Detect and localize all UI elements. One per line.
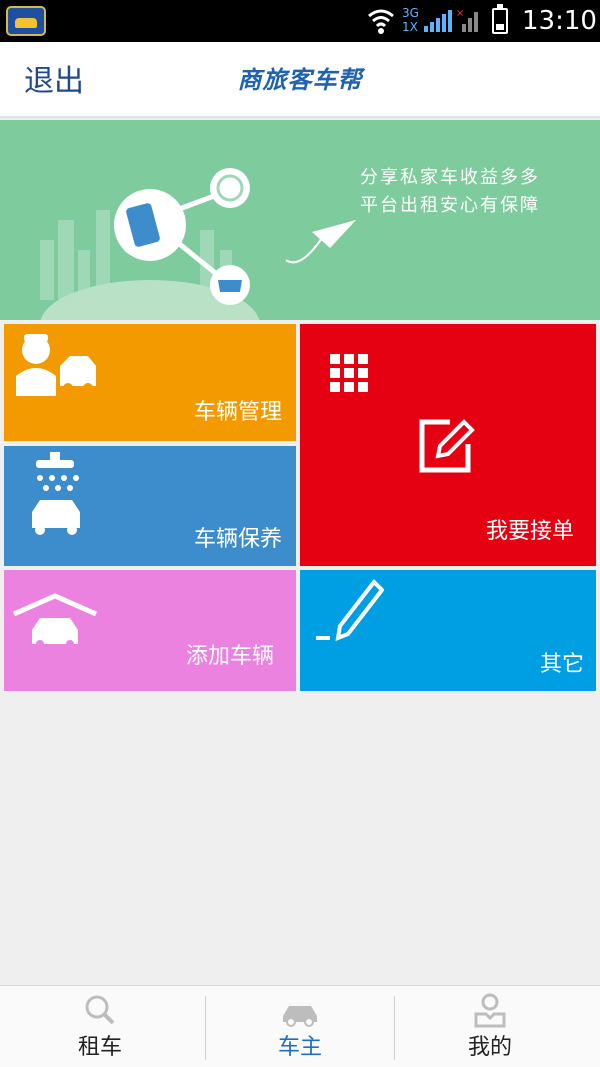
vehicle-manage-tile[interactable]: 车辆管理 — [4, 324, 296, 441]
status-time: 13:10 — [522, 6, 597, 36]
bottom-nav: 租车 车主 我的 — [0, 985, 600, 1067]
banner-line-2: 平台出租安心有保障 — [360, 195, 540, 216]
nav-item-car-owner[interactable]: 车主 — [200, 986, 400, 1067]
status-bar: 3G 1X × 13:10 — [0, 0, 600, 42]
other-label: 其它 — [539, 652, 584, 677]
mechanic-car-icon — [16, 334, 96, 396]
car-icon — [283, 1006, 317, 1027]
banner-line-1: 分享私家车收益多多 — [360, 167, 540, 188]
battery-icon — [492, 4, 508, 34]
page-title: 商旅客车帮 — [237, 66, 363, 94]
accept-order-tile[interactable]: 我要接单 — [300, 324, 596, 566]
grid-icon — [330, 354, 368, 392]
promo-banner[interactable]: 分享私家车收益多多 平台出租安心有保障 — [0, 120, 600, 320]
car-wash-icon — [32, 452, 80, 535]
network-1x-label: 1X — [402, 20, 418, 34]
app-header: 退出 商旅客车帮 — [0, 42, 600, 118]
other-tile[interactable]: 其它 — [300, 570, 596, 691]
signal-bars-secondary-icon: × — [456, 8, 478, 32]
svg-text:×: × — [456, 8, 464, 19]
vehicle-manage-label: 车辆管理 — [193, 400, 282, 425]
edit-note-icon — [419, 419, 475, 473]
network-type-label: 3G 1X — [402, 6, 419, 34]
magnifier-icon — [85, 995, 115, 1025]
vehicle-maintenance-tile[interactable]: 车辆保养 — [4, 446, 296, 566]
signal-bars-icon — [424, 10, 452, 32]
garage-car-icon — [12, 593, 98, 648]
nav-item-rent-car[interactable]: 租车 — [0, 986, 200, 1067]
nav-label-mine: 我的 — [467, 1035, 512, 1060]
wifi-icon — [368, 9, 394, 34]
nav-item-mine[interactable]: 我的 — [390, 986, 590, 1067]
nav-label-rent-car: 租车 — [77, 1035, 122, 1060]
app-notification-icon — [6, 6, 46, 36]
nav-label-car-owner: 车主 — [277, 1035, 322, 1060]
user-icon — [474, 993, 506, 1028]
banner-slogan: 分享私家车收益多多 平台出租安心有保障 — [360, 164, 540, 220]
add-vehicle-tile[interactable]: 添加车辆 — [4, 570, 296, 691]
pen-icon — [316, 578, 384, 642]
add-vehicle-label: 添加车辆 — [185, 644, 274, 669]
accept-order-label: 我要接单 — [485, 519, 574, 544]
network-3g-label: 3G — [402, 6, 419, 20]
banner-illustration — [40, 168, 356, 320]
vehicle-maintenance-label: 车辆保养 — [193, 527, 282, 552]
